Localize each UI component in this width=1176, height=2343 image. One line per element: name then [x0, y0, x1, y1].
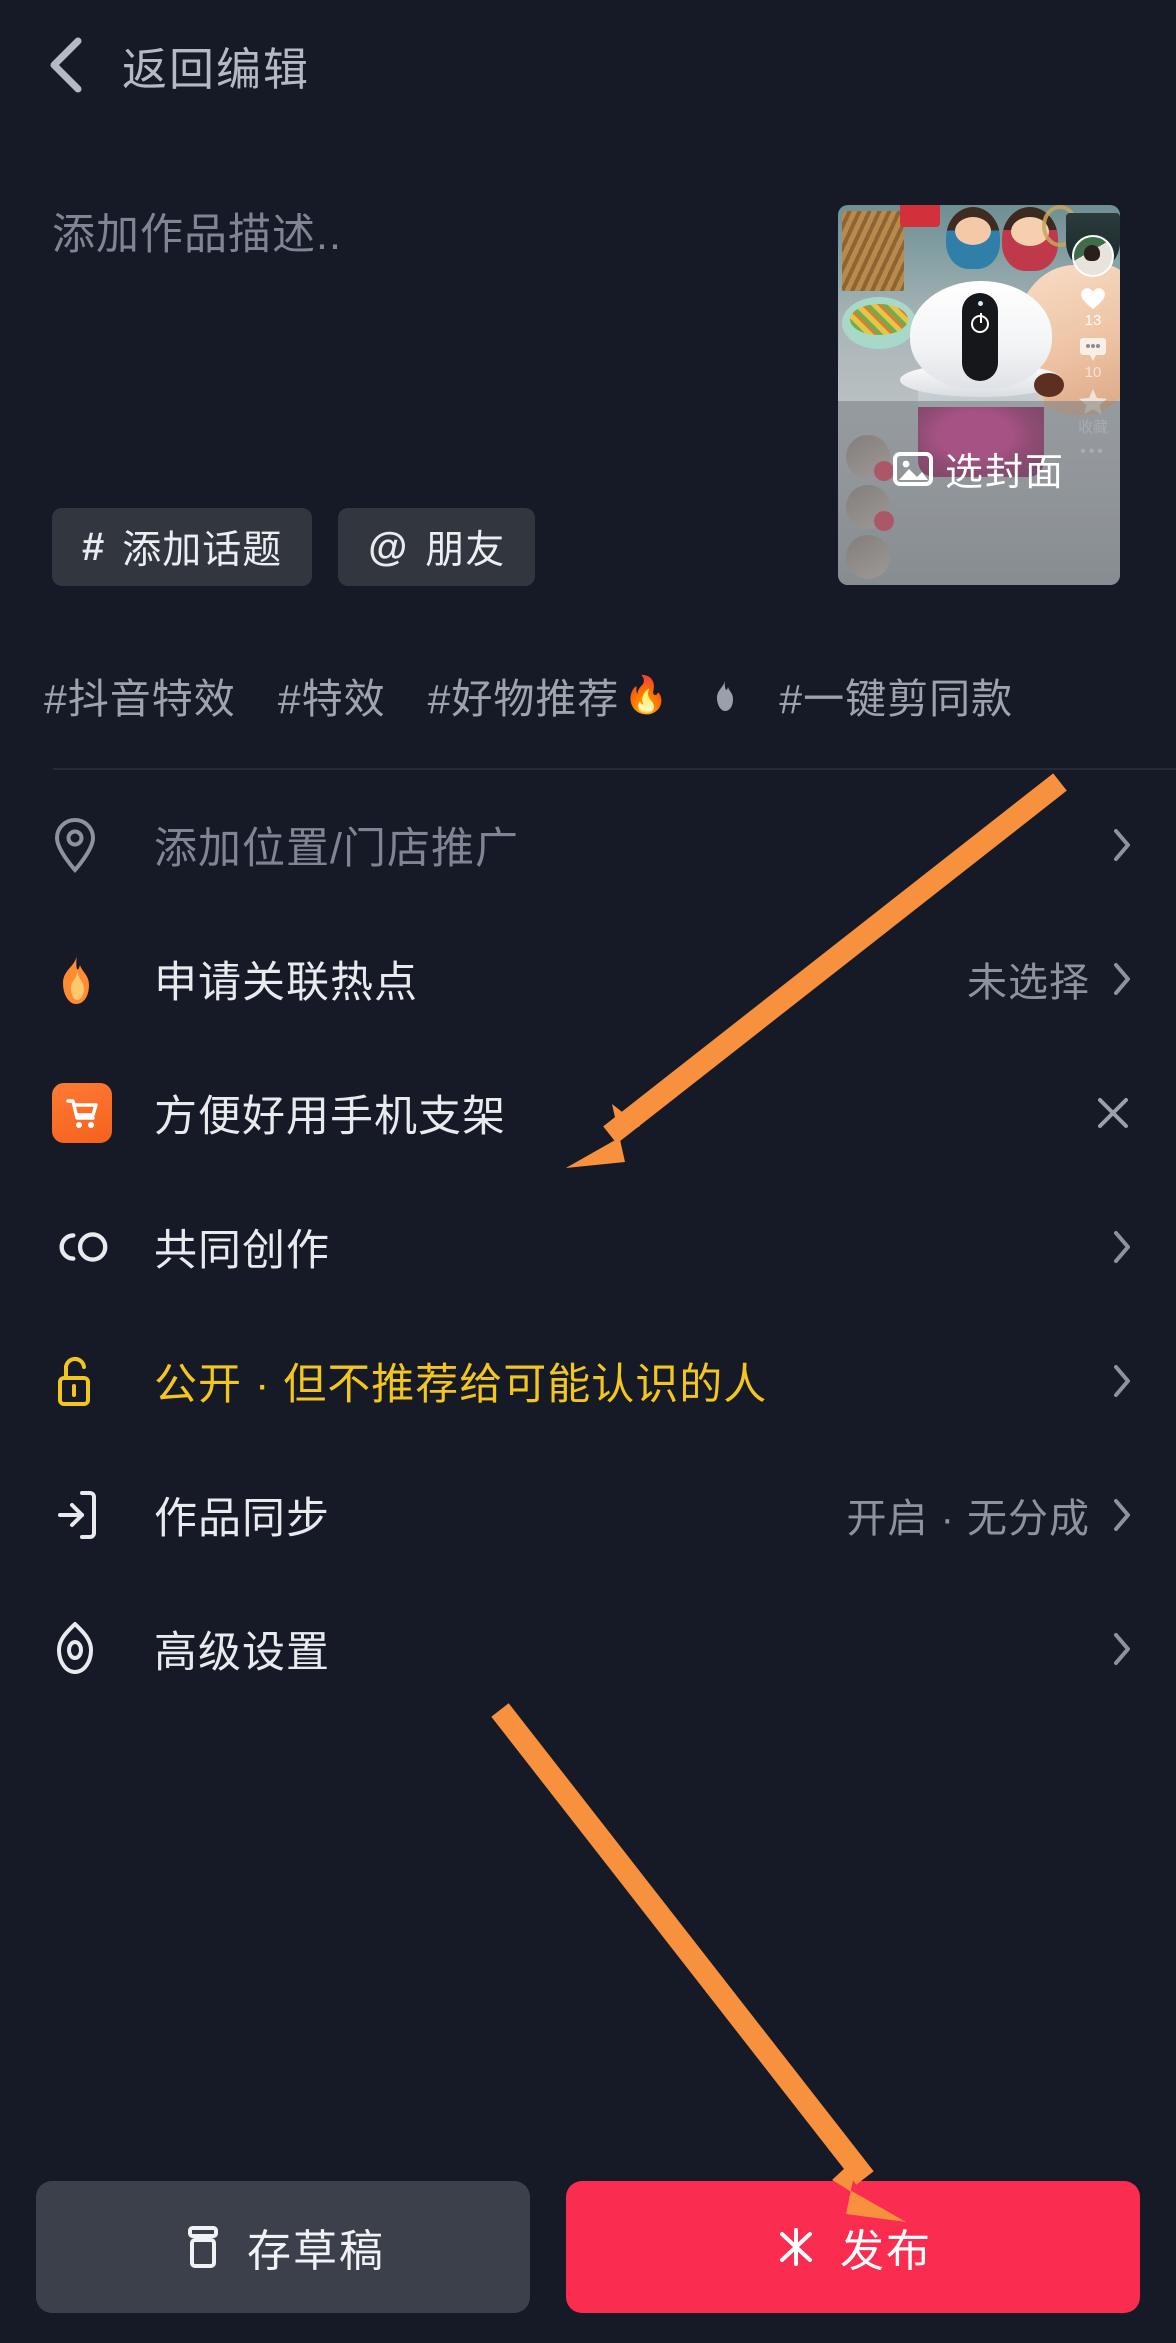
- like-action[interactable]: 13: [1078, 283, 1108, 329]
- row-privacy[interactable]: 公开 · 但不推荐给可能认识的人: [0, 1314, 1176, 1448]
- row-sync[interactable]: 作品同步 开启 · 无分成: [0, 1448, 1176, 1582]
- prop-fingernail: [1034, 373, 1064, 397]
- sparkle-icon: [774, 2224, 818, 2270]
- shopping-cart-icon: [52, 1083, 112, 1143]
- flame-grey-icon: [711, 678, 737, 712]
- suggested-tag-text: #好物推荐: [427, 676, 620, 722]
- suggested-tag[interactable]: #好物推荐 🔥: [428, 665, 670, 725]
- row-privacy-right: [1112, 1364, 1132, 1398]
- row-hotspot-value: 未选择: [967, 961, 1090, 1005]
- description-placeholder: 添加作品描述..: [52, 211, 342, 259]
- section-divider: [53, 768, 1176, 770]
- suggested-tags-row[interactable]: #抖音特效 #特效 #好物推荐 🔥 #一键剪同款: [44, 662, 1176, 728]
- chevron-right-icon: [1112, 1498, 1132, 1532]
- quick-insert-chips: # 添加话题 @ 朋友: [52, 508, 536, 586]
- suggested-tag[interactable]: #特效: [278, 665, 386, 725]
- image-icon: [892, 451, 933, 487]
- chevron-right-icon: [1112, 828, 1132, 862]
- row-sync-right: 开启 · 无分成: [846, 1486, 1132, 1544]
- publish-label: 发布: [840, 2226, 932, 2276]
- location-pin-icon: [52, 816, 112, 874]
- row-sync-label: 作品同步: [154, 1495, 330, 1543]
- row-privacy-label: 公开 · 但不推荐给可能认识的人: [154, 1361, 768, 1409]
- row-cocreate-label: 共同创作: [154, 1227, 330, 1275]
- chevron-right-icon: [1112, 1364, 1132, 1398]
- hash-icon: #: [82, 524, 105, 569]
- prop-basket: [842, 211, 904, 291]
- mention-friend-button[interactable]: @ 朋友: [338, 508, 536, 586]
- description-input[interactable]: 添加作品描述..: [52, 200, 812, 430]
- row-advanced-label: 高级设置: [154, 1629, 330, 1677]
- prop-food-bowl: [842, 297, 916, 349]
- row-location-right: [1112, 828, 1132, 862]
- suggested-tag[interactable]: #抖音特效: [44, 665, 236, 725]
- flame-icon: [52, 950, 112, 1008]
- row-sync-value: 开启 · 无分成: [846, 1497, 1090, 1541]
- bottom-action-bar: 存草稿 发布: [0, 2150, 1176, 2343]
- select-cover-label: 选封面: [944, 452, 1065, 494]
- row-cocreate[interactable]: 共同创作: [0, 1180, 1176, 1314]
- draft-box-icon: [181, 2224, 225, 2270]
- at-icon: @: [368, 524, 408, 569]
- publish-button[interactable]: 发布: [566, 2180, 1140, 2313]
- chevron-right-icon: [1112, 962, 1132, 996]
- add-topic-button[interactable]: # 添加话题: [52, 508, 313, 586]
- product-led: [978, 301, 983, 306]
- suggested-tag-text: #特效: [277, 676, 386, 722]
- suggested-tag-text: #抖音特效: [44, 676, 236, 722]
- save-draft-button[interactable]: 存草稿: [36, 2180, 530, 2313]
- prop-red-box: [900, 205, 940, 227]
- row-product-right: [1094, 1094, 1132, 1132]
- mention-friend-label: 朋友: [425, 529, 506, 572]
- select-cover-button[interactable]: 选封面: [838, 441, 1120, 496]
- publish-screen: 返回编辑 添加作品描述.. 13 10 选封面 # 添加话题 @ 朋友 #抖音特…: [0, 0, 1176, 2343]
- flame-emoji-icon: 🔥: [623, 674, 670, 715]
- like-count: 13: [1084, 312, 1102, 329]
- cover-thumbnail[interactable]: 13 10 收藏: [838, 205, 1120, 585]
- chevron-right-icon: [1112, 1632, 1132, 1666]
- save-draft-label: 存草稿: [247, 2226, 385, 2276]
- row-cocreate-right: [1112, 1230, 1132, 1264]
- settings-hex-icon: [52, 1620, 112, 1678]
- chevron-right-icon: [1112, 1230, 1132, 1264]
- avatar[interactable]: [1072, 235, 1114, 277]
- power-icon: [971, 313, 989, 333]
- header-bar: 返回编辑: [0, 0, 1176, 130]
- add-topic-label: 添加话题: [122, 529, 283, 572]
- close-icon[interactable]: [1094, 1094, 1132, 1132]
- row-hotspot-label: 申请关联热点: [154, 959, 418, 1007]
- options-list: 添加位置/门店推广 申请关联热点 未选择 方便好用手机支架 共同创作 公开 · …: [0, 778, 1176, 1716]
- chevron-left-icon[interactable]: [46, 35, 90, 95]
- sync-icon: [52, 1487, 112, 1543]
- heart-icon: [1078, 283, 1108, 311]
- row-hotspot[interactable]: 申请关联热点 未选择: [0, 912, 1176, 1046]
- row-hotspot-right: 未选择: [967, 950, 1132, 1008]
- row-location[interactable]: 添加位置/门店推广: [0, 778, 1176, 912]
- suggested-tag[interactable]: #一键剪同款: [779, 665, 1013, 725]
- row-product[interactable]: 方便好用手机支架: [0, 1046, 1176, 1180]
- header-title[interactable]: 返回编辑: [122, 33, 310, 98]
- prop-doll-blue: [946, 207, 1000, 269]
- co-create-icon: [52, 1227, 112, 1267]
- arrow-to-publish-button: [491, 1703, 906, 2222]
- row-location-label: 添加位置/门店推广: [154, 825, 519, 873]
- row-product-label: 方便好用手机支架: [154, 1093, 506, 1141]
- suggested-tag-text: #一键剪同款: [779, 676, 1014, 722]
- product-power-button: [962, 293, 998, 381]
- comment-action[interactable]: 10: [1079, 335, 1107, 381]
- row-advanced[interactable]: 高级设置: [0, 1582, 1176, 1716]
- row-advanced-right: [1112, 1632, 1132, 1666]
- comment-bubble-icon: [1079, 335, 1107, 363]
- unlock-icon: [52, 1352, 112, 1410]
- comment-count: 10: [1084, 364, 1102, 381]
